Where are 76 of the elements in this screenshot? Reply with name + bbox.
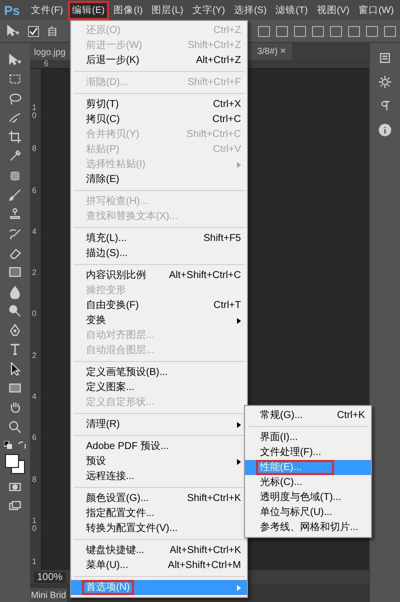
menu-item[interactable]: 光标(C)... [245,475,371,490]
menu-item[interactable]: 变换 [71,313,247,328]
menu-item[interactable]: 内容识别比例 Alt+Shift+Ctrl+C [71,268,247,283]
align-icon[interactable] [258,26,270,36]
menu-item[interactable]: 单位与标尺(U)... [245,505,371,520]
history-brush-icon[interactable] [8,226,22,241]
submenu-arrow-icon [237,162,241,168]
gear-icon[interactable] [378,75,392,89]
menu-item[interactable]: 转换为配置文件(V)... [71,521,247,536]
menu-item[interactable]: 自由变换(F) Ctrl+T [71,298,247,313]
checkbox[interactable] [28,26,39,36]
app-logo: Ps [4,2,20,18]
gradient-icon[interactable] [8,265,22,280]
rectangle-icon[interactable] [8,381,22,396]
menu-item[interactable]: 定义画笔预设(B)... [71,365,247,380]
swap-arrow-icon[interactable] [18,440,26,449]
align-icon[interactable] [312,26,324,36]
menu-bar-item[interactable]: 文件(F) [26,0,68,20]
submenu-arrow-icon [237,584,241,590]
panel-tab[interactable]: Mini Brid [30,588,68,602]
screen-mode-icon[interactable] [8,498,22,513]
move-icon[interactable] [8,53,22,67]
align-icon[interactable] [384,26,396,36]
menu-item[interactable]: 界面(I)... [245,430,371,445]
stamp-icon[interactable] [8,207,22,222]
menu-item[interactable]: 菜单(U)... Alt+Shift+Ctrl+M [71,558,247,573]
brush-stroke-icon[interactable] [8,110,22,125]
align-icon[interactable] [330,26,342,36]
crop-icon[interactable] [8,130,22,144]
pen-icon[interactable] [8,323,22,338]
menu-item[interactable]: 指定配置文件... [71,506,247,521]
hand-icon[interactable] [8,400,22,414]
menu-item[interactable]: 颜色设置(G)... Shift+Ctrl+K [71,491,247,506]
menu-item[interactable]: 键盘快捷键... Alt+Shift+Ctrl+K [71,543,247,558]
menu-item[interactable]: 拷贝(C) Ctrl+C [71,112,247,127]
menu-item[interactable]: 定义图案... [71,380,247,395]
drop-icon[interactable] [8,284,22,299]
lasso-icon[interactable] [8,92,22,106]
menu-item[interactable]: 透明度与色域(T)... [245,490,371,505]
checkbox-label: 自 [47,24,58,38]
menu-bar-item[interactable]: 编辑(E) [68,0,109,20]
menu-item[interactable]: 清除(E) [71,172,247,187]
menu-bar-item[interactable]: 文字(Y) [188,0,229,20]
info-icon[interactable] [378,123,392,137]
menu-item[interactable]: Adobe PDF 预设... [71,439,247,454]
menu-bar-item[interactable]: 图像(I) [110,0,147,20]
menu-bar-item[interactable]: 滤镜(T) [272,0,312,20]
menu-item[interactable]: 常规(G)... Ctrl+K [245,408,371,423]
menu-item[interactable]: 文件处理(F)... [245,445,371,460]
menu-item[interactable]: 剪切(T) Ctrl+X [71,97,247,112]
history-icon[interactable] [378,51,392,65]
arrow-pointer-icon[interactable] [8,362,22,376]
move-options-icon[interactable] [6,24,20,38]
patch-icon[interactable] [8,168,22,183]
align-icon[interactable] [294,26,306,36]
zoom-icon[interactable] [8,420,22,434]
color-swatches-drawing[interactable] [5,454,25,474]
menu-bar-item[interactable]: 视图(V) [312,0,354,20]
zoom-level[interactable]: 100% [34,572,66,582]
menu-bar-item[interactable]: 选择(S) [230,0,271,20]
menu-item[interactable]: 描边(S)... [71,246,247,261]
align-icon[interactable] [366,26,378,36]
menu-item[interactable]: 填充(L)... Shift+F5 [71,231,247,246]
submenu-arrow-icon [237,318,241,324]
vertical-ruler: 10 8 6 4 2 0 2 4 6 8 10 1 [30,69,42,570]
marquee-icon[interactable] [8,72,22,86]
menu-bar-item[interactable]: 窗口(W) [354,0,398,20]
default-colors-icon[interactable] [4,440,12,449]
brush-icon[interactable] [8,188,22,202]
align-icon[interactable] [276,26,288,36]
align-icon[interactable] [348,26,360,36]
menu-item[interactable]: 参考线、网格和切片... [245,520,371,535]
menu-bar-item[interactable]: 图层(L) [148,0,188,20]
menu-item[interactable]: 远程连接... [71,469,247,484]
type-icon[interactable] [8,342,22,356]
magnifier-tool-icon[interactable] [8,304,22,318]
